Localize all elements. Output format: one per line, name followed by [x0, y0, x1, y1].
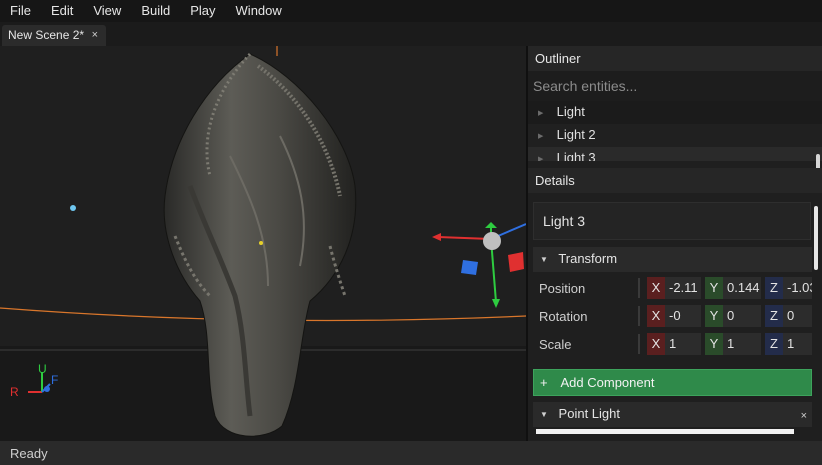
status-text: Ready	[10, 446, 48, 461]
axis-r-label: R	[10, 385, 19, 399]
scale-label: Scale	[539, 337, 572, 352]
expand-arrow-icon[interactable]: ▶	[538, 109, 553, 117]
add-component-label: Add Component	[560, 375, 655, 390]
outliner-item-light-3[interactable]: ▶ Light 3	[528, 147, 822, 161]
menu-bar: File Edit View Build Play Window	[0, 0, 822, 22]
outliner-item-label: Light 2	[556, 127, 596, 142]
tab-label: New Scene 2*	[8, 28, 85, 42]
point-light-section-title: Point Light	[558, 406, 620, 421]
transform-section-title: Transform	[558, 251, 618, 266]
menu-file[interactable]: File	[0, 0, 41, 22]
menu-view[interactable]: View	[83, 0, 131, 22]
plus-icon: +	[540, 375, 548, 390]
outliner-item-label: Light 3	[556, 150, 596, 161]
menu-build[interactable]: Build	[131, 0, 180, 22]
outliner-item-light[interactable]: ▶ Light	[528, 101, 822, 124]
rotation-z-field[interactable]: Z0	[765, 305, 812, 327]
scale-x-field[interactable]: X1	[647, 333, 701, 355]
details-title: Details	[528, 168, 822, 193]
add-component-button[interactable]: + Add Component	[533, 369, 812, 396]
position-y-field[interactable]: Y 0.144	[705, 277, 761, 299]
tab-close-icon[interactable]: ×	[92, 29, 98, 41]
remove-component-close-icon[interactable]: ×	[801, 410, 807, 422]
outliner-panel: Outliner Search entities... ▶ Light ▶ Li…	[528, 46, 822, 188]
expand-arrow-icon[interactable]: ▶	[538, 132, 553, 140]
outliner-item-label: Light	[556, 104, 585, 119]
tab-new-scene-2[interactable]: New Scene 2* ×	[2, 25, 106, 46]
rotation-y-field[interactable]: Y0	[705, 305, 761, 327]
axis-f-label: F	[51, 373, 58, 387]
details-panel: Details Light 3 ▼ Transform Position X -2…	[528, 168, 822, 441]
collapse-caret-icon: ▼	[540, 410, 548, 420]
tab-bar: New Scene 2* ×	[0, 22, 822, 46]
position-z-field[interactable]: Z-1.03	[765, 277, 812, 299]
scale-row: Scale X1 Y1 Z1	[533, 331, 812, 358]
scale-y-field[interactable]: Y1	[705, 333, 761, 355]
collapse-caret-icon: ▼	[540, 255, 548, 265]
scene-viewport[interactable]: R U F	[0, 46, 526, 441]
position-label: Position	[539, 281, 586, 296]
transform-section-header[interactable]: ▼ Transform	[533, 247, 812, 272]
status-bar: Ready	[0, 441, 822, 465]
menu-window[interactable]: Window	[226, 0, 292, 22]
pivot-marker	[259, 241, 263, 245]
menu-play[interactable]: Play	[180, 0, 225, 22]
rotation-x-field[interactable]: X -0	[647, 305, 701, 327]
point-light-section-header[interactable]: ▼ Point Light ×	[533, 402, 812, 427]
outliner-search-input[interactable]: Search entities...	[528, 71, 822, 101]
details-scrollbar[interactable]	[814, 206, 818, 270]
menu-edit[interactable]: Edit	[41, 0, 83, 22]
outliner-title: Outliner	[528, 46, 822, 71]
rotation-label: Rotation	[539, 309, 588, 324]
position-row: Position X-2.11 Y0.144 Z-1.03	[533, 275, 812, 302]
expand-arrow-icon[interactable]: ▶	[538, 155, 553, 161]
entity-name-field[interactable]: Light 3	[533, 202, 811, 240]
light-marker[interactable]	[70, 205, 76, 211]
viewport-canvas[interactable]: R U F	[0, 46, 526, 441]
color-swatch[interactable]	[536, 429, 794, 434]
outliner-item-light-2[interactable]: ▶ Light 2	[528, 124, 822, 147]
scale-z-field[interactable]: Z1	[765, 333, 812, 355]
position-x-field[interactable]: X -2.11	[647, 277, 701, 299]
axis-u-label: U	[38, 362, 47, 376]
rotation-row: Rotation X -0 Y0 Z0	[533, 303, 812, 330]
